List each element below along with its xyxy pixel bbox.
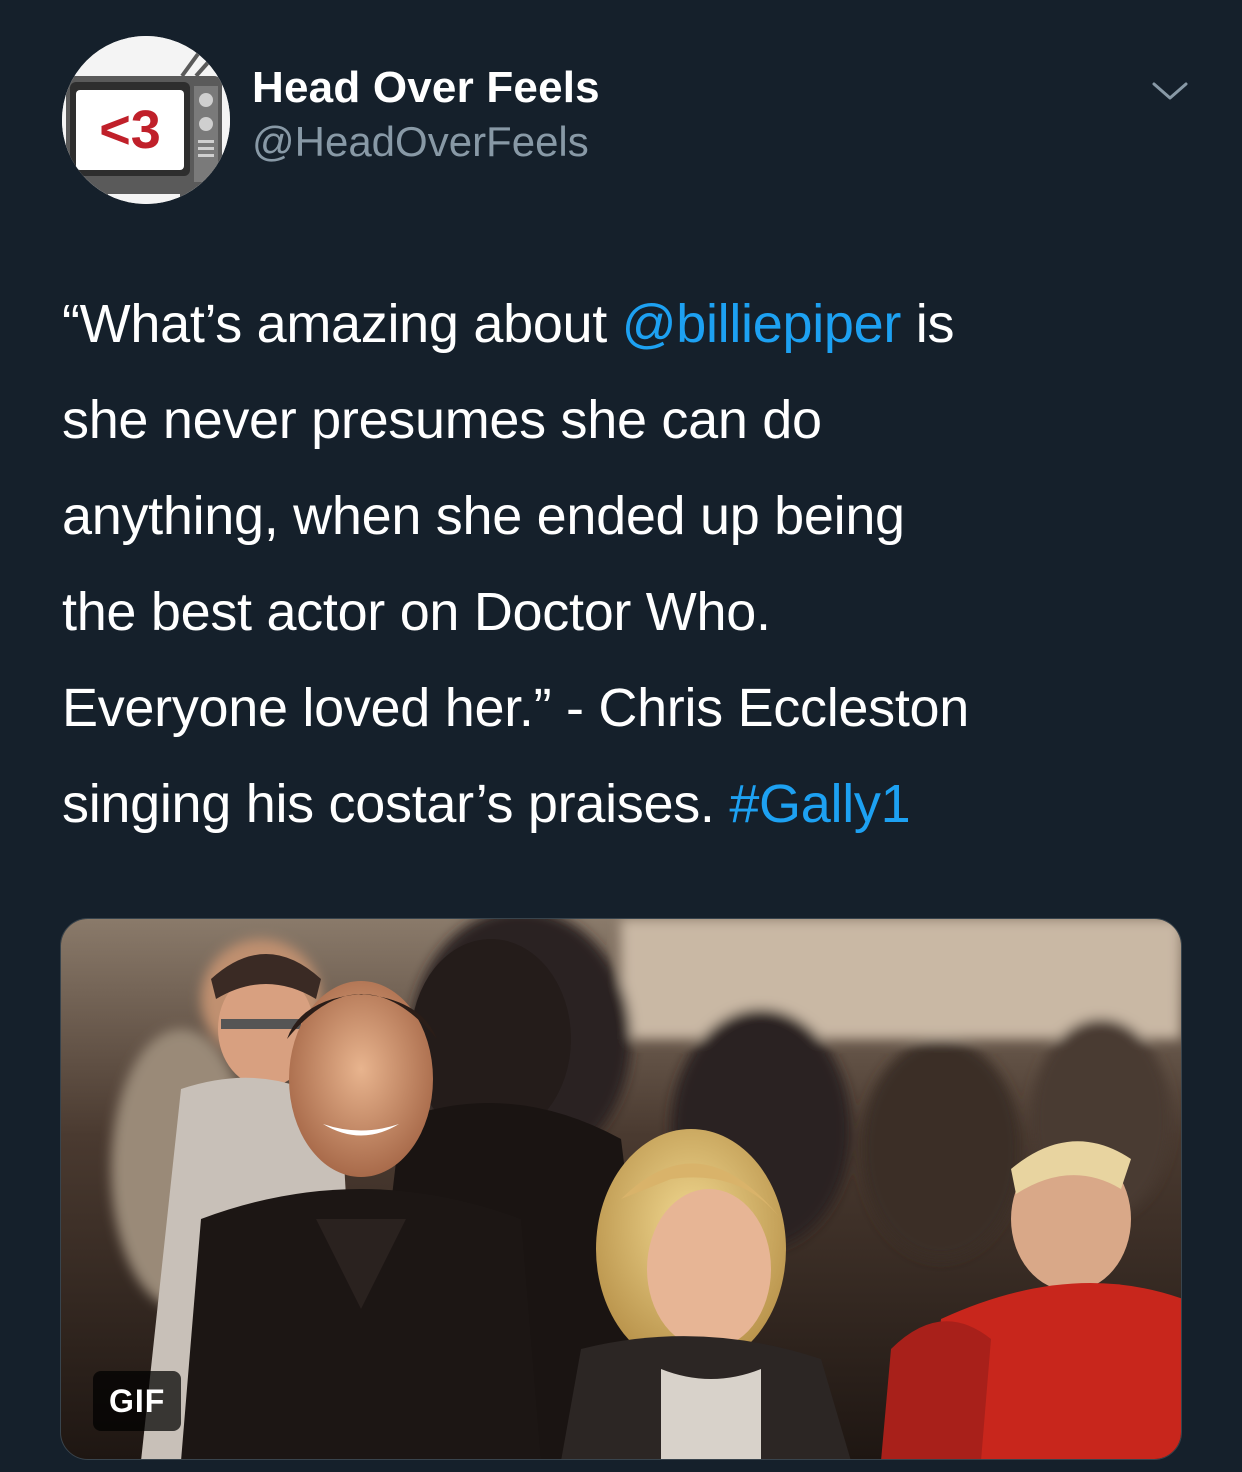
tweet: <3 Head Over Feels @HeadOverFeels “What’… bbox=[0, 0, 1242, 1472]
hashtag-link[interactable]: #Gally1 bbox=[729, 774, 910, 834]
tweet-text-line: Everyone loved her.” - Chris Eccleston bbox=[62, 660, 1192, 756]
display-name[interactable]: Head Over Feels bbox=[252, 62, 600, 114]
avatar[interactable]: <3 bbox=[62, 36, 230, 204]
gif-image bbox=[61, 919, 1181, 1459]
gif-media[interactable]: GIF bbox=[60, 918, 1182, 1460]
tweet-text-segment: is bbox=[901, 294, 955, 354]
tweet-text-segment: “What’s amazing about bbox=[62, 294, 622, 354]
tweet-text-line: “What’s amazing about @billiepiper is bbox=[62, 276, 1192, 372]
avatar-text: <3 bbox=[99, 100, 161, 160]
user-handle[interactable]: @HeadOverFeels bbox=[252, 116, 600, 168]
tweet-text-segment: singing his costar’s praises. bbox=[62, 774, 730, 834]
chevron-down-icon[interactable] bbox=[1150, 76, 1190, 106]
mention-link[interactable]: @billiepiper bbox=[622, 294, 902, 354]
user-info[interactable]: Head Over Feels @HeadOverFeels bbox=[252, 62, 600, 168]
tweet-text-segment: the best actor on Doctor Who. bbox=[62, 582, 771, 642]
tweet-text-line: she never presumes she can do bbox=[62, 372, 1192, 468]
tweet-text-line: anything, when she ended up being bbox=[62, 468, 1192, 564]
tweet-text-segment: Everyone loved her.” - Chris Eccleston bbox=[62, 678, 969, 738]
tweet-text-line: the best actor on Doctor Who. bbox=[62, 564, 1192, 660]
gif-badge: GIF bbox=[93, 1371, 182, 1431]
tweet-text-line: singing his costar’s praises. #Gally1 bbox=[62, 756, 1192, 852]
tweet-text: “What’s amazing about @billiepiper is she… bbox=[62, 276, 1192, 852]
tv-logo-icon: <3 bbox=[62, 36, 230, 204]
tweet-text-segment: anything, when she ended up being bbox=[62, 486, 905, 546]
tweet-text-segment: she never presumes she can do bbox=[62, 390, 822, 450]
